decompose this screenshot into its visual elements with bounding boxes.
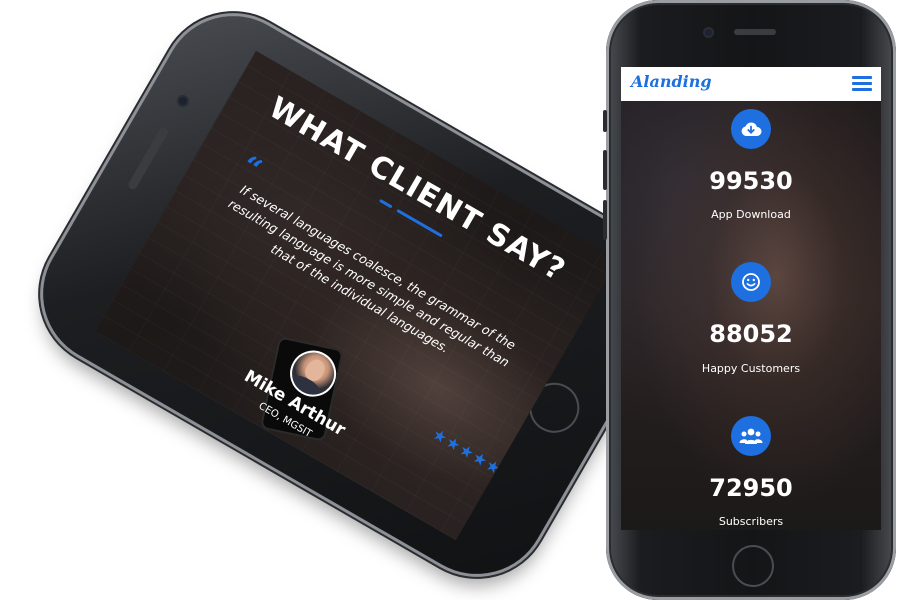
phone-home-button [732, 545, 774, 587]
mockup-stage: WHAT CLIENT SAY? “ If several languages … [0, 0, 900, 600]
phone-camera [705, 29, 712, 36]
phone-speaker [734, 29, 776, 35]
stat-value-subscribers: 72950 [709, 474, 793, 502]
phone-speaker [126, 125, 170, 191]
brand-logo[interactable]: Alanding [631, 72, 712, 91]
hamburger-menu-icon[interactable] [852, 75, 872, 92]
phone-landscape: WHAT CLIENT SAY? “ If several languages … [17, 0, 693, 600]
phone-volume-up [603, 150, 607, 190]
phone-volume-down [603, 200, 607, 240]
smile-icon [731, 262, 771, 302]
phone-portrait: Alanding 99530 App Download 88052 Happy … [603, 0, 896, 600]
stat-value-customers: 88052 [709, 320, 793, 348]
stat-label-downloads: App Download [711, 208, 791, 221]
testimonial-screen: WHAT CLIENT SAY? “ If several languages … [93, 50, 618, 541]
users-icon [731, 416, 771, 456]
navbar: Alanding [621, 67, 881, 101]
phone-mute-switch [603, 110, 607, 132]
stat-value-downloads: 99530 [709, 167, 793, 195]
stat-label-subscribers: Subscribers [718, 515, 784, 528]
stats-screen: Alanding 99530 App Download 88052 Happy … [621, 67, 881, 530]
phone-camera [177, 95, 189, 107]
stat-label-customers: Happy Customers [701, 362, 801, 375]
cloud-download-icon [731, 109, 771, 149]
